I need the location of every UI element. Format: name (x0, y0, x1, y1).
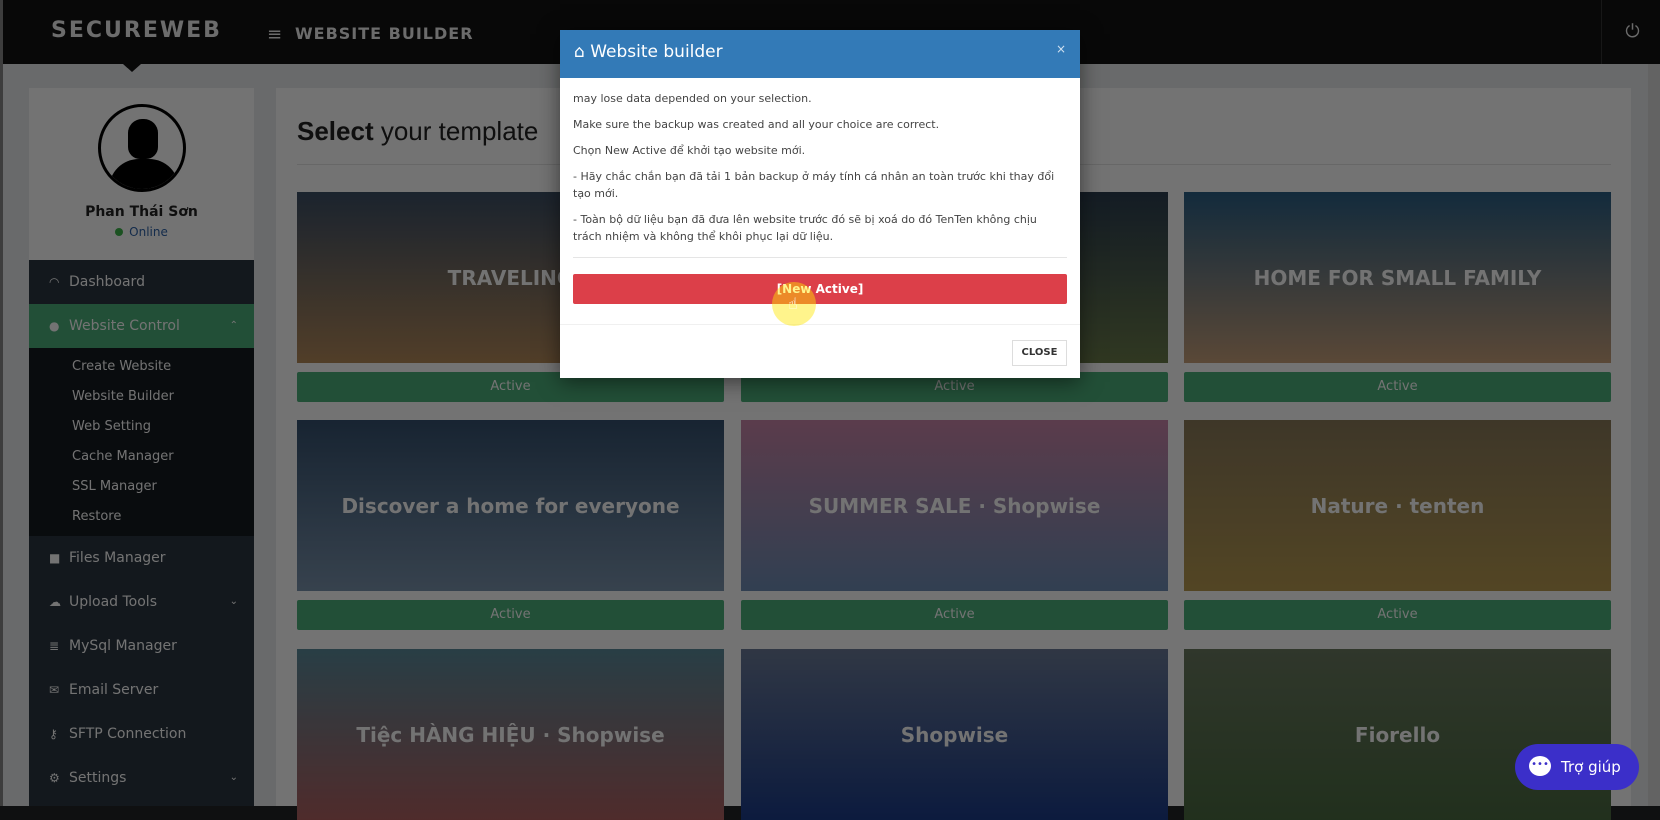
submenu-ssl-manager[interactable]: SSL Manager (29, 472, 254, 502)
envelope-icon: ✉ (49, 683, 60, 697)
help-button[interactable]: ••• Trợ giúp (1515, 744, 1639, 790)
brand-logo[interactable]: SECUREWEB (51, 18, 222, 43)
modal-text: - Toàn bộ dữ liệu bạn đã đưa lên website… (573, 213, 1037, 243)
template-card: Fiorello (1184, 649, 1611, 820)
template-card: SUMMER SALE · Shopwise Active (741, 420, 1168, 630)
active-button[interactable]: Active (1184, 600, 1611, 630)
chat-icon: ••• (1529, 756, 1551, 776)
template-caption: HOME FOR SMALL FAMILY (1253, 265, 1542, 290)
template-preview[interactable]: Discover a home for everyone (297, 420, 724, 591)
chevron-down-icon: ⌄ (229, 772, 238, 783)
modal-title: Website builder (590, 42, 723, 62)
template-caption: Shopwise (900, 722, 1009, 747)
globe-icon: ● (49, 319, 60, 333)
page-title: WEBSITE BUILDER (295, 24, 474, 43)
template-preview[interactable]: Fiorello (1184, 649, 1611, 820)
sidebar-item-sftp-connection[interactable]: ⚷ SFTP Connection (29, 712, 254, 756)
sidebar-item-website-control[interactable]: ● Website Control ⌃ (29, 304, 254, 348)
template-preview[interactable]: Shopwise (741, 649, 1168, 820)
hamburger-icon[interactable]: ≡ (267, 24, 282, 45)
submenu-web-setting[interactable]: Web Setting (29, 412, 254, 442)
sidebar-item-email-server[interactable]: ✉ Email Server (29, 668, 254, 712)
template-preview[interactable]: SUMMER SALE · Shopwise (741, 420, 1168, 591)
template-caption: SUMMER SALE · Shopwise (808, 493, 1101, 518)
dashboard-icon: ◠ (49, 275, 60, 289)
sidebar-item-upload-tools[interactable]: ☁ Upload Tools ⌄ (29, 580, 254, 624)
upload-icon: ☁ (49, 595, 61, 609)
modal-text: Chọn New Active để khởi tạo website mới. (573, 144, 806, 157)
divider (560, 324, 1080, 325)
power-icon[interactable]: ⏻ (1601, 0, 1660, 64)
modal-body: may lose data depended on your selection… (560, 78, 1080, 245)
avatar (97, 104, 186, 192)
template-caption: Discover a home for everyone (341, 493, 680, 518)
modal-header: ⌂ Website builder × (560, 30, 1080, 78)
template-caption: TRAVELING (447, 265, 574, 290)
folder-icon: ■ (49, 551, 61, 565)
template-card: Tiệc HÀNG HIỆU · Shopwise (297, 649, 724, 820)
home-icon: ⌂ (574, 42, 585, 62)
active-button[interactable]: Active (741, 600, 1168, 630)
template-card: HOME FOR SMALL FAMILY Active (1184, 192, 1611, 402)
chevron-down-icon: ⌄ (229, 596, 238, 607)
active-button[interactable]: Active (297, 600, 724, 630)
section-title: Select your template (297, 116, 539, 146)
website-control-submenu: Create Website Website Builder Web Setti… (29, 348, 254, 536)
template-preview[interactable]: Tiệc HÀNG HIỆU · Shopwise (297, 649, 724, 820)
template-card: Nature · tenten Active (1184, 420, 1611, 630)
modal-text: - Hãy chắc chắn bạn đã tải 1 bản backup … (573, 170, 1055, 200)
database-icon: ≣ (49, 639, 60, 653)
template-caption: Nature · tenten (1310, 493, 1485, 518)
sidebar-item-files-manager[interactable]: ■ Files Manager (29, 536, 254, 580)
gears-icon: ⚙ (49, 771, 60, 785)
template-card: Shopwise (741, 649, 1168, 820)
brand-caret (123, 64, 141, 72)
key-icon: ⚷ (49, 727, 58, 741)
submenu-restore[interactable]: Restore (29, 502, 254, 532)
chevron-up-icon: ⌃ (229, 320, 238, 331)
modal-text: may lose data depended on your selection… (573, 92, 812, 105)
sidebar-menu: ◠ Dashboard ● Website Control ⌃ Create Webs… (29, 260, 254, 806)
template-caption: Tiệc HÀNG HIỆU · Shopwise (356, 722, 665, 747)
sidebar-item-dashboard[interactable]: ◠ Dashboard (29, 260, 254, 304)
sidebar-item-mysql-manager[interactable]: ≣ MySql Manager (29, 624, 254, 668)
website-builder-modal: ⌂ Website builder × may lose data depend… (560, 30, 1080, 378)
user-name: Phan Thái Sơn (85, 204, 198, 220)
sidebar-item-settings[interactable]: ⚙ Settings ⌄ (29, 756, 254, 800)
sidebar: Phan Thái Sơn Online ◠ Dashboard ● Website… (29, 88, 254, 806)
close-button[interactable]: CLOSE (1012, 340, 1067, 366)
template-preview[interactable]: Nature · tenten (1184, 420, 1611, 591)
modal-text: Make sure the backup was created and all… (573, 118, 940, 131)
profile-panel: Phan Thái Sơn Online (29, 88, 254, 260)
scrollbar[interactable] (1648, 64, 1660, 806)
online-dot-icon (115, 228, 124, 236)
submenu-cache-manager[interactable]: Cache Manager (29, 442, 254, 472)
template-card: Discover a home for everyone Active (297, 420, 724, 630)
template-preview[interactable]: HOME FOR SMALL FAMILY (1184, 192, 1611, 363)
status-badge: Online (29, 225, 254, 239)
template-caption: Fiorello (1354, 722, 1441, 747)
new-active-button[interactable]: [New Active] (573, 274, 1067, 304)
submenu-website-builder[interactable]: Website Builder (29, 382, 254, 412)
divider (573, 257, 1067, 258)
submenu-create-website[interactable]: Create Website (29, 352, 254, 382)
active-button[interactable]: Active (1184, 372, 1611, 402)
close-icon[interactable]: × (1056, 42, 1066, 56)
